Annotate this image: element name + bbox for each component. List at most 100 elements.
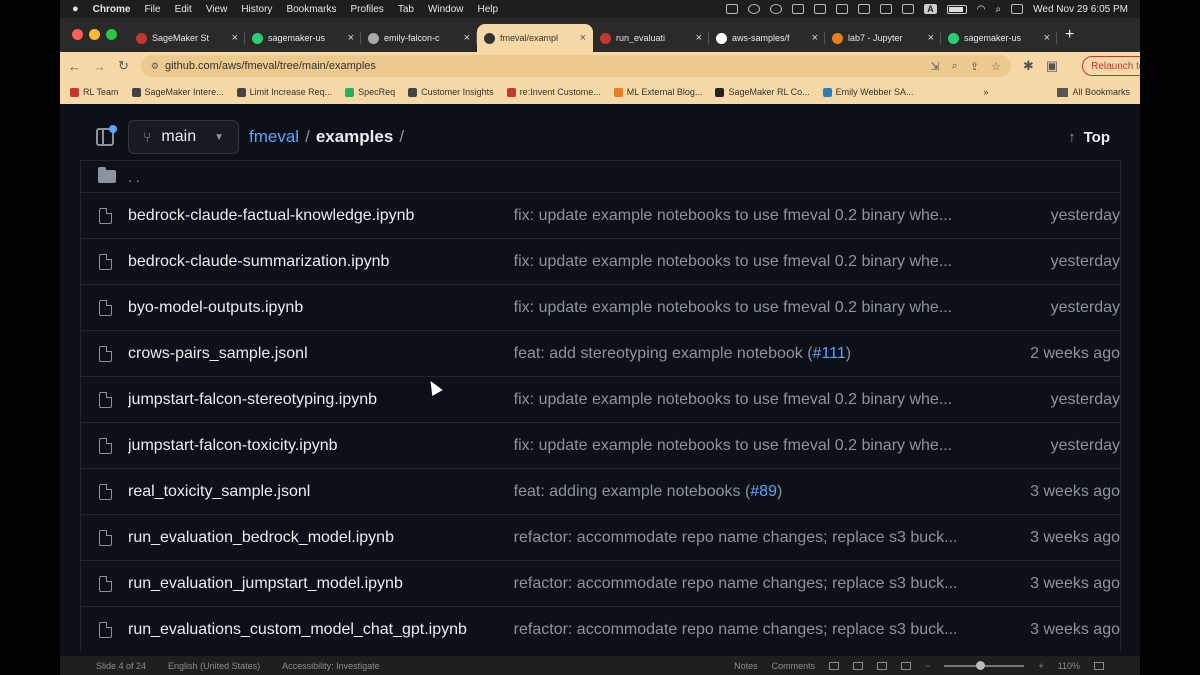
parent-directory-link[interactable]: . . <box>128 169 140 185</box>
tab[interactable]: run_evaluati × <box>593 24 709 52</box>
commit-message-link[interactable]: refactor: accommodate repo name changes;… <box>514 529 981 547</box>
file-name-link[interactable]: real_toxicity_sample.jsonl <box>128 483 514 501</box>
tab[interactable]: sagemaker-us × <box>941 24 1057 52</box>
app-status-icon[interactable] <box>748 4 761 14</box>
window-icon[interactable] <box>902 4 915 14</box>
bookmark-item[interactable]: SpecReq <box>345 87 395 97</box>
commit-message-link[interactable]: feat: add stereotyping example notebook … <box>514 345 981 363</box>
commit-message-link[interactable]: refactor: accommodate repo name changes;… <box>514 575 981 593</box>
bookmark-item[interactable]: ML External Blog... <box>613 87 702 97</box>
menu-bookmarks[interactable]: Bookmarks <box>286 4 336 15</box>
file-name-link[interactable]: jumpstart-falcon-toxicity.ipynb <box>128 437 514 455</box>
input-source-indicator[interactable]: A <box>924 4 937 14</box>
menu-view[interactable]: View <box>206 4 228 15</box>
file-name-link[interactable]: byo-model-outputs.ipynb <box>128 299 514 317</box>
all-bookmarks-button[interactable]: All Bookmarks <box>1057 87 1130 97</box>
file-name-link[interactable]: bedrock-claude-summarization.ipynb <box>128 253 514 271</box>
bookmark-item[interactable]: RL Team <box>70 87 119 97</box>
control-center-icon[interactable] <box>1011 4 1024 14</box>
menu-tab[interactable]: Tab <box>398 4 414 15</box>
bookmark-item[interactable]: Emily Webber SA... <box>822 87 914 97</box>
menu-help[interactable]: Help <box>478 4 499 15</box>
commit-message-link[interactable]: fix: update example notebooks to use fme… <box>514 299 981 317</box>
menu-profiles[interactable]: Profiles <box>350 4 383 15</box>
share-icon[interactable]: ⇪ <box>970 60 979 73</box>
commit-message-link[interactable]: fix: update example notebooks to use fme… <box>514 437 981 455</box>
menu-app-name[interactable]: Chrome <box>93 4 131 15</box>
menu-edit[interactable]: Edit <box>175 4 192 15</box>
parent-directory-row[interactable]: . . <box>81 160 1120 192</box>
bookmark-item[interactable]: re:Invent Custome... <box>506 87 601 97</box>
fit-to-window-icon[interactable] <box>1094 661 1104 670</box>
tab-close-icon[interactable]: × <box>580 32 586 44</box>
forward-arrow-icon[interactable]: → <box>93 59 106 74</box>
tab[interactable]: sagemaker-us × <box>245 24 361 52</box>
amazon-icon[interactable] <box>858 4 871 14</box>
zoom-window-button[interactable] <box>106 28 117 40</box>
bookmarks-overflow-icon[interactable]: » <box>983 87 988 97</box>
branch-selector[interactable]: ⑂ main ▼ <box>128 120 239 154</box>
bookmark-item[interactable]: Customer Insights <box>408 87 494 97</box>
battery-icon[interactable] <box>946 4 967 14</box>
file-name-link[interactable]: run_evaluation_jumpstart_model.ipynb <box>128 575 514 593</box>
tab-active[interactable]: fmeval/exampl × <box>477 24 593 52</box>
zoom-level[interactable]: 110% <box>1058 661 1080 671</box>
tab-close-icon[interactable]: × <box>348 32 354 44</box>
menu-window[interactable]: Window <box>428 4 464 15</box>
tab-close-icon[interactable]: × <box>812 32 818 44</box>
address-bar[interactable]: ⚙ github.com/aws/fmeval/tree/main/exampl… <box>140 55 1011 77</box>
install-icon[interactable]: ⇲ <box>930 60 939 73</box>
bookmark-item[interactable]: SageMaker Intere... <box>131 87 224 97</box>
file-name-link[interactable]: bedrock-claude-factual-knowledge.ipynb <box>128 207 514 225</box>
language-indicator[interactable]: English (United States) <box>168 661 260 671</box>
extensions-puzzle-icon[interactable]: ✱ <box>1023 58 1034 74</box>
commit-message-link[interactable]: fix: update example notebooks to use fme… <box>514 391 981 409</box>
new-tab-button[interactable]: + <box>1065 26 1074 44</box>
pull-request-link[interactable]: #89 <box>750 483 777 500</box>
reload-icon[interactable]: ↻ <box>118 58 129 74</box>
zoom-slider-knob[interactable] <box>976 660 986 670</box>
accessibility-status[interactable]: Accessibility: Investigate <box>282 661 380 671</box>
zoom-in-button[interactable]: + <box>1038 661 1043 671</box>
tab-close-icon[interactable]: × <box>696 32 702 44</box>
slideshow-icon[interactable] <box>901 661 912 670</box>
menu-clock[interactable]: Wed Nov 29 6:05 PM <box>1033 4 1128 15</box>
minimize-window-button[interactable] <box>89 28 100 40</box>
glasses-icon[interactable] <box>770 4 783 14</box>
file-name-link[interactable]: crows-pairs_sample.jsonl <box>128 345 514 363</box>
shield-icon[interactable] <box>880 4 893 14</box>
tab-close-icon[interactable]: × <box>464 32 470 44</box>
wifi-icon[interactable]: ◠ <box>977 4 986 15</box>
zoom-out-button[interactable]: − <box>925 661 930 671</box>
relaunch-to-update-button[interactable]: Relaunch to update ⋮ <box>1082 56 1140 76</box>
top-button[interactable]: ↑ Top <box>1068 129 1120 146</box>
bookmark-item[interactable]: SageMaker RL Co... <box>715 87 810 97</box>
commit-message-link[interactable]: fix: update example notebooks to use fme… <box>514 207 981 225</box>
site-info-icon[interactable]: ⚙ <box>151 61 159 72</box>
pen-icon[interactable] <box>792 4 805 14</box>
tab-close-icon[interactable]: × <box>1044 32 1050 44</box>
breadcrumb-repo-link[interactable]: fmeval <box>249 127 299 147</box>
tab[interactable]: emily-falcon-c × <box>361 24 477 52</box>
comments-button[interactable]: Comments <box>772 661 816 671</box>
menu-file[interactable]: File <box>144 4 160 15</box>
document-icon[interactable] <box>814 4 827 14</box>
file-tree-toggle-icon[interactable] <box>96 125 117 146</box>
slide-sorter-icon[interactable] <box>853 661 864 670</box>
clipboard-icon[interactable] <box>836 4 849 14</box>
reading-view-icon[interactable] <box>877 661 888 670</box>
commit-message-link[interactable]: feat: adding example notebooks (#89) <box>514 483 981 501</box>
zoom-slider[interactable] <box>944 660 1025 670</box>
tab-close-icon[interactable]: × <box>232 32 238 44</box>
commit-message-link[interactable]: fix: update example notebooks to use fme… <box>514 253 981 271</box>
back-arrow-icon[interactable]: ← <box>68 59 81 74</box>
tab-close-icon[interactable]: × <box>928 32 934 44</box>
commit-message-link[interactable]: refactor: accommodate repo name changes;… <box>514 621 981 639</box>
tab[interactable]: lab7 - Jupyter × <box>825 24 941 52</box>
notes-button[interactable]: Notes <box>734 661 758 671</box>
file-name-link[interactable]: run_evaluation_bedrock_model.ipynb <box>128 529 514 547</box>
bookmark-star-icon[interactable]: ☆ <box>991 60 1001 73</box>
pull-request-link[interactable]: #111 <box>813 345 846 362</box>
normal-view-icon[interactable] <box>829 661 840 670</box>
zoom-icon[interactable]: ⌕ <box>952 60 958 73</box>
